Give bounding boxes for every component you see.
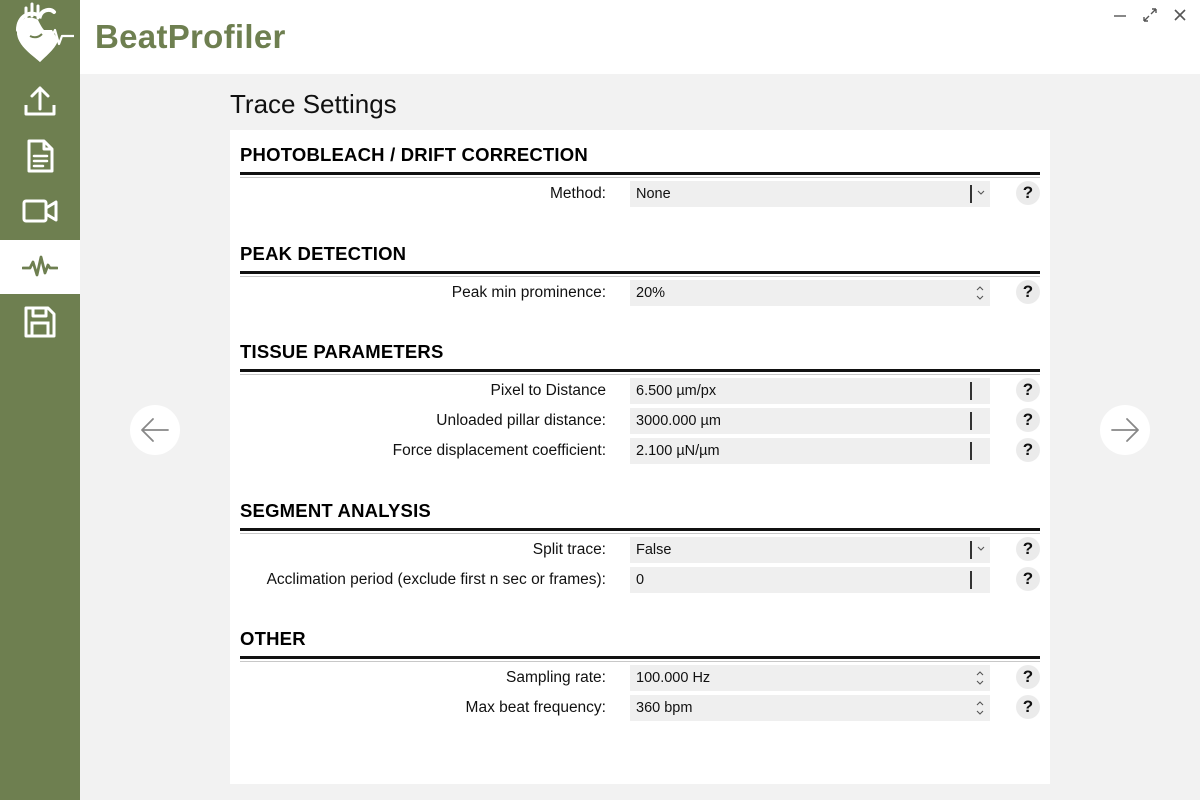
unloaded-pillar-distance-input[interactable]: 3000.000 µm [630, 408, 990, 434]
field-value: 100.000 Hz [636, 670, 711, 686]
field-divider [970, 382, 972, 400]
force-displacement-coefficient-input[interactable]: 2.100 µN/µm [630, 438, 990, 464]
help-button[interactable]: ? [1016, 567, 1040, 591]
setting-row-sampling-rate: Sampling rate: 100.000 Hz ? [240, 665, 1040, 691]
max-beat-frequency-spinbox[interactable]: 360 bpm [630, 695, 990, 721]
section-title-tissue-parameters: TISSUE PARAMETERS [240, 341, 444, 362]
window-controls [1108, 4, 1192, 26]
field-divider [970, 541, 972, 559]
field-divider [970, 185, 972, 203]
heartbeat-trace-icon [22, 255, 58, 277]
sampling-rate-spinbox[interactable]: 100.000 Hz [630, 665, 990, 691]
page-title: Trace Settings [230, 89, 397, 119]
video-camera-icon [22, 199, 58, 223]
section-divider [240, 177, 1040, 178]
section-divider [240, 533, 1040, 534]
field-value: 20% [636, 285, 666, 301]
help-button[interactable]: ? [1016, 665, 1040, 689]
setting-row-force-displacement-coefficient: Force displacement coefficient: 2.100 µN… [240, 438, 1040, 464]
field-value: 3000.000 µm [636, 413, 721, 429]
spin-arrows-icon[interactable] [972, 282, 988, 304]
section-divider [240, 172, 1040, 175]
maximize-button[interactable] [1138, 4, 1162, 26]
app-header: BeatProfiler [80, 0, 1200, 74]
settings-panel: PHOTOBLEACH / DRIFT CORRECTION Method: N… [230, 130, 1050, 784]
section-divider [240, 276, 1040, 277]
section-divider [240, 271, 1040, 274]
help-button[interactable]: ? [1016, 280, 1040, 304]
section-divider [240, 661, 1040, 662]
setting-label: Max beat frequency: [465, 699, 606, 716]
setting-row-pixel-to-distance: Pixel to Distance 6.500 µm/px ? [240, 378, 1040, 404]
previous-page-button[interactable] [130, 405, 180, 455]
chevron-down-icon [977, 546, 985, 551]
setting-label: Force displacement coefficient: [392, 442, 606, 459]
field-value: 2.100 µN/µm [636, 443, 720, 459]
maximize-icon [1143, 8, 1157, 22]
section-divider [240, 369, 1040, 372]
setting-row-unloaded-pillar-distance: Unloaded pillar distance: 3000.000 µm ? [240, 408, 1040, 434]
help-button[interactable]: ? [1016, 181, 1040, 205]
upload-icon [24, 86, 56, 116]
arrow-left-icon [141, 418, 169, 442]
section-title-other: OTHER [240, 628, 306, 649]
close-button[interactable] [1168, 4, 1192, 26]
setting-label: Peak min prominence: [451, 284, 606, 301]
pixel-to-distance-input[interactable]: 6.500 µm/px [630, 378, 990, 404]
help-button[interactable]: ? [1016, 537, 1040, 561]
setting-row-acclimation-period: Acclimation period (exclude first n sec … [240, 567, 1040, 593]
sidebar-item-video[interactable] [0, 184, 80, 238]
sidebar-item-save[interactable] [0, 295, 80, 349]
setting-row-method: Method: None ? [240, 181, 1040, 207]
field-value: 360 bpm [636, 700, 693, 716]
document-icon [27, 139, 54, 173]
minimize-icon [1114, 15, 1126, 17]
section-title-peak-detection: PEAK DETECTION [240, 243, 407, 264]
help-button[interactable]: ? [1016, 438, 1040, 462]
field-value: None [636, 186, 671, 202]
section-divider [240, 656, 1040, 659]
setting-label: Pixel to Distance [490, 382, 606, 399]
section-title-drift-correction: PHOTOBLEACH / DRIFT CORRECTION [240, 144, 588, 165]
close-icon [1174, 9, 1186, 21]
help-button[interactable]: ? [1016, 695, 1040, 719]
help-button[interactable]: ? [1016, 378, 1040, 402]
section-divider [240, 528, 1040, 531]
app-title: BeatProfiler [95, 18, 286, 55]
acclimation-period-input[interactable]: 0 [630, 567, 990, 593]
sidebar-item-upload[interactable] [0, 74, 80, 128]
setting-label: Split trace: [532, 541, 606, 558]
method-dropdown[interactable]: None [630, 181, 990, 207]
chevron-down-icon [977, 190, 985, 195]
split-trace-dropdown[interactable]: False [630, 537, 990, 563]
help-button[interactable]: ? [1016, 408, 1040, 432]
setting-row-max-beat-frequency: Max beat frequency: 360 bpm ? [240, 695, 1040, 721]
save-icon [24, 306, 56, 338]
peak-min-prominence-spinbox[interactable]: 20% [630, 280, 990, 306]
next-page-button[interactable] [1100, 405, 1150, 455]
setting-label: Method: [549, 185, 606, 202]
sidebar-item-document[interactable] [0, 129, 80, 183]
sidebar [0, 0, 80, 800]
spin-arrows-icon[interactable] [972, 697, 988, 719]
setting-row-split-trace: Split trace: False ? [240, 537, 1040, 563]
setting-label: Sampling rate: [506, 669, 606, 686]
sidebar-item-trace[interactable] [0, 240, 80, 294]
field-divider [970, 412, 972, 430]
arrow-right-icon [1111, 418, 1139, 442]
setting-label: Unloaded pillar distance: [436, 412, 606, 429]
setting-row-peak-min-prominence: Peak min prominence: 20% ? [240, 280, 1040, 306]
setting-label: Acclimation period (exclude first n sec … [266, 571, 606, 588]
field-divider [970, 442, 972, 460]
section-title-segment-analysis: SEGMENT ANALYSIS [240, 500, 431, 521]
field-value: 6.500 µm/px [636, 383, 717, 399]
spin-arrows-icon[interactable] [972, 667, 988, 689]
section-divider [240, 374, 1040, 375]
field-value: 0 [636, 572, 645, 588]
minimize-button[interactable] [1108, 4, 1132, 26]
field-value: False [636, 542, 672, 558]
field-divider [970, 571, 972, 589]
heart-logo-icon [16, 2, 74, 62]
